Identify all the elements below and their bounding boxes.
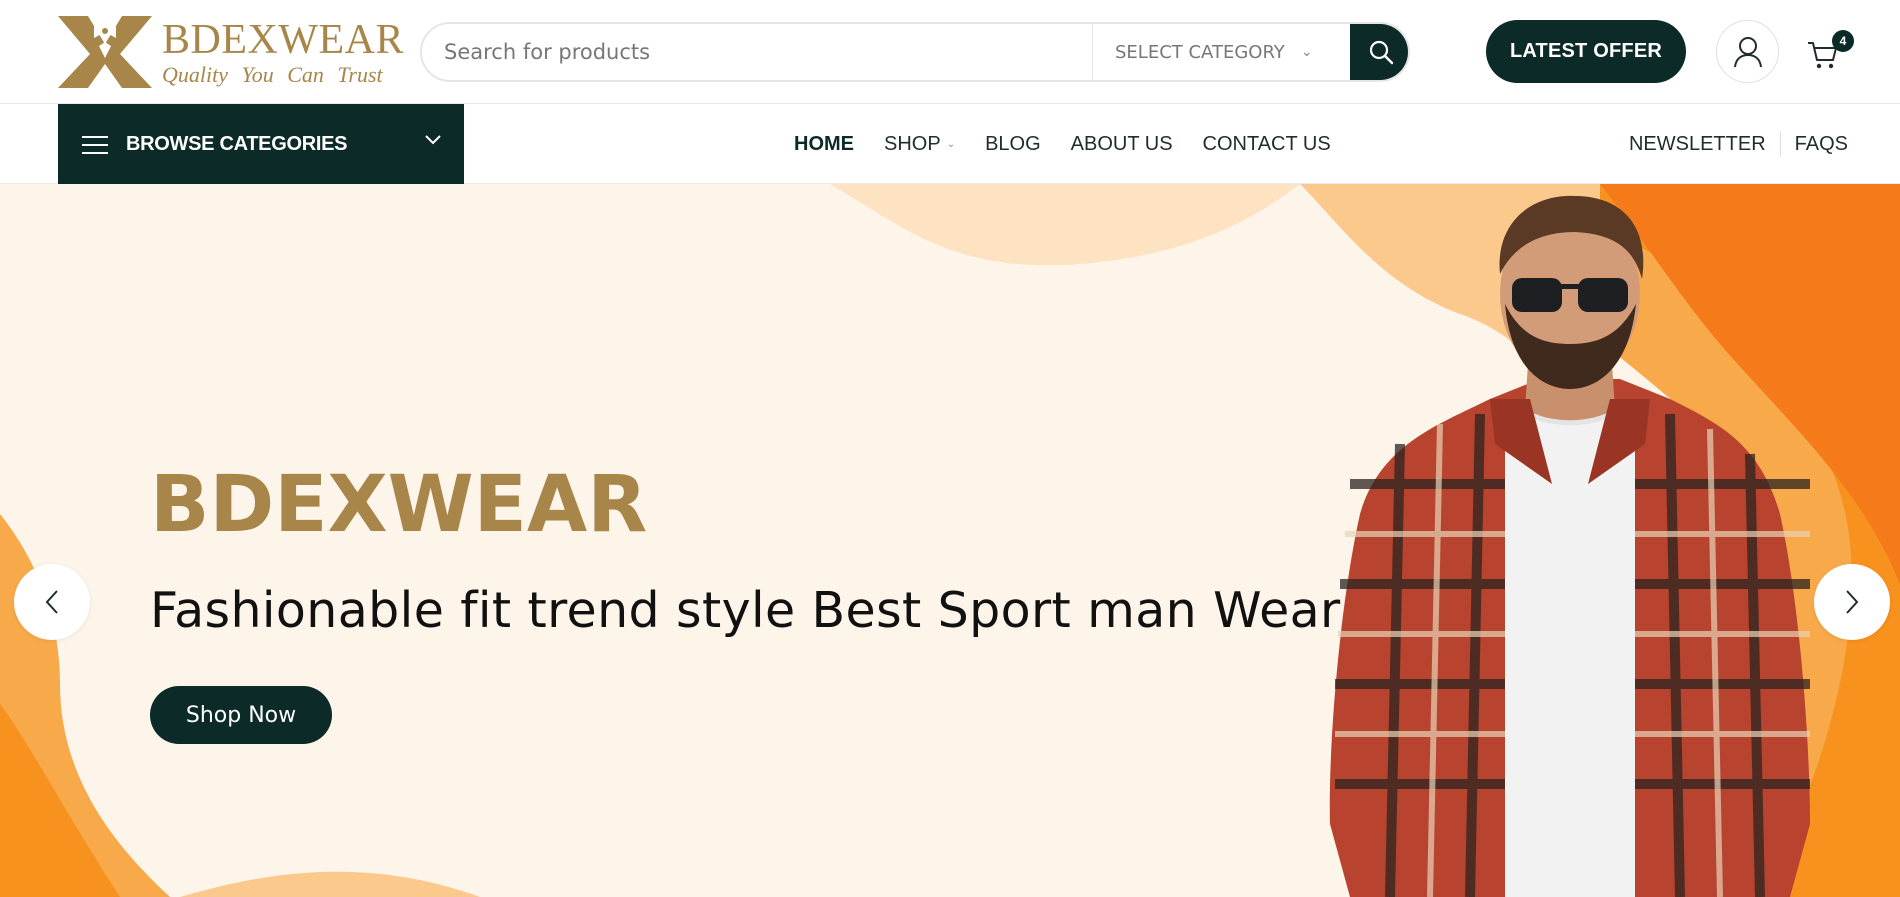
hero-slider: BDEXWEAR Fashionable fit trend style Bes…: [0, 184, 1900, 897]
menu-divider: [1779, 131, 1781, 157]
nav-item-contact-us[interactable]: CONTACT US: [1203, 133, 1331, 156]
chevron-down-icon: ⌄: [1300, 44, 1313, 60]
user-icon: [1733, 36, 1762, 67]
nav-item-label: CONTACT US: [1202, 132, 1331, 155]
faqs-link[interactable]: FAQS: [1795, 133, 1848, 156]
latest-offer-button[interactable]: LATEST OFFER: [1486, 20, 1686, 83]
hero-title: BDEXWEAR: [150, 460, 648, 550]
newsletter-link[interactable]: NEWSLETTER: [1629, 133, 1766, 156]
search-bar: SELECT CATEGORY ⌄: [420, 22, 1410, 82]
account-button[interactable]: [1716, 20, 1779, 83]
nav-item-label: HOME: [794, 132, 854, 155]
nav-item-blog[interactable]: BLOG: [985, 133, 1041, 156]
nav-item-about-us[interactable]: ABOUT US: [1071, 133, 1173, 156]
nav-item-shop[interactable]: SHOP ⌄: [884, 133, 955, 156]
secondary-menu: NEWSLETTER FAQS: [1629, 104, 1848, 184]
brand-name: BDEXWEAR: [162, 17, 404, 63]
browse-categories-button[interactable]: BROWSE CATEGORIES: [58, 104, 464, 185]
cart-count-badge: 4: [1832, 30, 1854, 52]
slider-prev-button[interactable]: [14, 564, 90, 640]
search-input[interactable]: [422, 24, 1092, 80]
model-photo: [1329, 195, 1810, 897]
nav-item-home[interactable]: HOME: [794, 133, 854, 156]
search-icon: [1369, 40, 1394, 65]
main-navigation: BROWSE CATEGORIES HOME SHOP ⌄ BLOG ABOUT …: [0, 104, 1900, 185]
nav-item-label: BLOG: [985, 132, 1041, 155]
browse-categories-label: BROWSE CATEGORIES: [126, 133, 348, 155]
chevron-left-icon: [45, 590, 58, 614]
chevron-down-icon: [425, 135, 441, 145]
bowtie-k-logo-icon: [58, 16, 152, 88]
nav-item-label: ABOUT US: [1070, 132, 1173, 155]
search-button[interactable]: [1350, 24, 1408, 80]
brand-tagline: Quality You Can Trust: [162, 62, 383, 87]
hero-subtitle: Fashionable fit trend style Best Sport m…: [150, 582, 1341, 639]
cart-button[interactable]: 4: [1806, 30, 1854, 72]
shop-now-button[interactable]: Shop Now: [150, 686, 332, 744]
chevron-down-icon: ⌄: [946, 138, 956, 150]
primary-menu: HOME SHOP ⌄ BLOG ABOUT US CONTACT US: [794, 104, 1361, 184]
chevron-right-icon: [1846, 590, 1859, 614]
site-logo[interactable]: BDEXWEAR Quality You Can Trust: [58, 12, 403, 92]
category-select[interactable]: SELECT CATEGORY ⌄: [1092, 24, 1348, 80]
slider-next-button[interactable]: [1814, 564, 1890, 640]
nav-item-label: SHOP: [884, 132, 941, 155]
hamburger-menu-icon: [82, 135, 108, 154]
category-select-label: SELECT CATEGORY: [1115, 41, 1285, 63]
site-header: BDEXWEAR Quality You Can Trust SELECT CA…: [0, 0, 1900, 104]
